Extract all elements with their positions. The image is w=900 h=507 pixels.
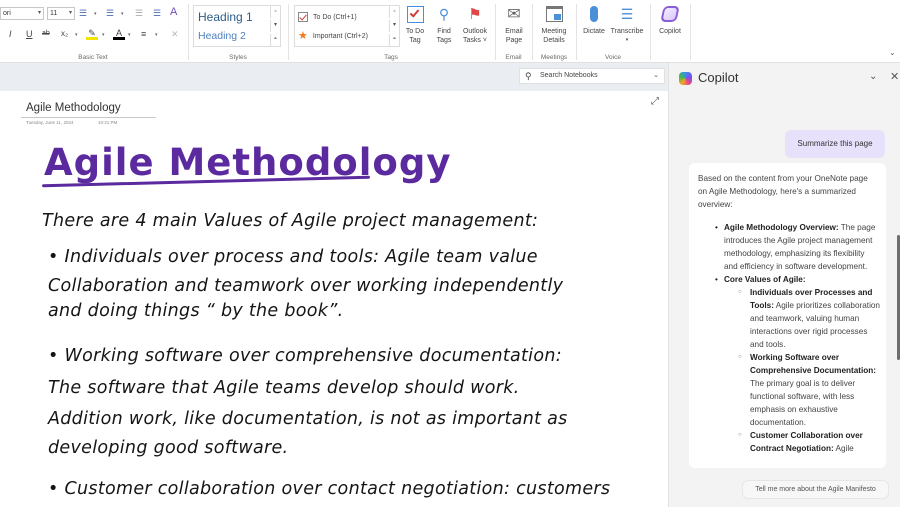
chevron-down-icon[interactable]: ▾ xyxy=(94,11,97,17)
sub-list-item: Working Software over Comprehensive Docu… xyxy=(698,351,880,429)
chevron-down-icon: ▾ xyxy=(37,10,41,16)
response-list: Agile Methodology Overview: The page int… xyxy=(698,221,880,455)
list-item: Core Values of Agile: xyxy=(698,273,880,286)
group-label: Tags xyxy=(384,54,398,61)
list-item-label: Core Values of Agile: xyxy=(724,275,806,284)
page-date: Tuesday, June 11, 2024 xyxy=(26,120,74,125)
group-label: Styles xyxy=(229,54,247,61)
email-group: Email xyxy=(495,0,532,63)
subscript-button[interactable]: x₂ xyxy=(61,28,68,40)
handwritten-heading[interactable]: Agile Methodology xyxy=(44,141,451,184)
increase-indent-icon[interactable]: ☰ xyxy=(153,7,161,19)
chevron-down-icon[interactable]: ▾ xyxy=(155,32,158,38)
collapse-ribbon-icon[interactable]: ⌄ xyxy=(889,48,896,57)
handwritten-line[interactable]: • Individuals over process and tools: Ag… xyxy=(48,247,538,267)
font-color-icon[interactable]: A xyxy=(113,27,125,40)
chevron-down-icon[interactable]: ▾ xyxy=(121,11,124,17)
sub-list-item-text: Agile xyxy=(833,444,854,453)
suggestion-chip[interactable]: Tell me more about the Agile Manifesto xyxy=(742,480,889,499)
ribbon: ori ▾ 11 ▾ ☰ ▾ ☰ ▾ ☰ ☰ A I U ab x₂ ▾ ✎ ▾ A… xyxy=(0,0,900,63)
bulleted-list-icon[interactable]: ☰ xyxy=(79,7,87,19)
chevron-down-icon[interactable]: ⌄ xyxy=(869,71,877,82)
group-label: Voice xyxy=(605,54,621,61)
search-icon: ⚲ xyxy=(525,71,532,81)
copilot-title: Copilot xyxy=(698,70,739,85)
strikethrough-button[interactable]: ab xyxy=(42,28,50,40)
voice-group: Voice xyxy=(576,0,650,63)
handwritten-line[interactable]: Collaboration and teamwork over working … xyxy=(48,276,563,296)
meetings-group: Meetings xyxy=(532,0,576,63)
highlight-icon[interactable]: ✎ xyxy=(86,27,98,40)
handwritten-line[interactable]: and doing things “ by the book”. xyxy=(48,301,343,321)
handwritten-line[interactable]: The software that Agile teams develop sh… xyxy=(48,378,520,398)
copilot-pane: Copilot ⌄ ✕ Summarize this page Based on… xyxy=(668,63,900,507)
underline-button[interactable]: U xyxy=(26,28,33,40)
divider xyxy=(650,4,651,60)
search-placeholder: Search Notebooks xyxy=(540,72,598,79)
handwritten-line[interactable]: developing good software. xyxy=(48,438,288,458)
group-label: Email xyxy=(505,54,522,61)
note-page[interactable]: Agile Methodology Tuesday, June 11, 2024… xyxy=(0,91,668,507)
copilot-icon xyxy=(660,6,680,22)
decrease-indent-icon[interactable]: ☰ xyxy=(135,7,143,19)
tags-group: Tags xyxy=(288,0,494,63)
chevron-down-icon[interactable]: ▾ xyxy=(128,32,131,38)
delete-icon[interactable]: ✕ xyxy=(171,28,179,40)
italic-button[interactable]: I xyxy=(9,28,12,40)
handwritten-line[interactable]: Addition work, like documentation, is no… xyxy=(48,409,568,429)
font-name-select[interactable]: ori ▾ xyxy=(0,7,44,20)
title-underline xyxy=(21,117,156,118)
align-icon[interactable]: ≡ xyxy=(141,28,146,40)
copilot-header: Copilot ⌄ ✕ xyxy=(669,63,900,93)
font-size-select[interactable]: 11 ▾ xyxy=(47,7,75,20)
copilot-ribbon-button[interactable]: Copilot xyxy=(654,3,686,36)
sub-list-item-label: Working Software over Comprehensive Docu… xyxy=(750,353,877,375)
list-item: Agile Methodology Overview: The page int… xyxy=(698,221,880,273)
list-item-label: Agile Methodology Overview: xyxy=(724,223,839,232)
styles-group: Styles xyxy=(188,0,288,63)
chevron-down-icon[interactable]: ▾ xyxy=(75,32,78,38)
handwritten-line[interactable]: • Working software over comprehensive do… xyxy=(48,346,562,366)
sub-list-item: Customer Collaboration over Contract Neg… xyxy=(698,429,880,455)
basic-text-group: ori ▾ 11 ▾ ☰ ▾ ☰ ▾ ☰ ☰ A I U ab x₂ ▾ ✎ ▾ A… xyxy=(0,0,186,63)
handwritten-line[interactable]: • Customer collaboration over contact ne… xyxy=(48,479,610,499)
search-notebooks-input[interactable]: ⚲ Search Notebooks ⌄ xyxy=(519,68,665,84)
group-label: Basic Text xyxy=(78,54,108,61)
copilot-logo-icon xyxy=(679,72,692,85)
page-time: 10:21 PM xyxy=(98,120,118,125)
expand-icon[interactable]: ⤢ xyxy=(651,96,659,107)
clear-formatting-icon[interactable]: A xyxy=(170,6,177,18)
chevron-down-icon: ▾ xyxy=(68,10,72,16)
close-icon[interactable]: ✕ xyxy=(890,70,899,83)
sub-list-item-text: The primary goal is to deliver functiona… xyxy=(750,379,856,427)
group-label: Meetings xyxy=(540,54,568,61)
chevron-down-icon[interactable]: ▾ xyxy=(102,32,105,38)
font-size-value: 11 xyxy=(50,10,58,17)
user-message: Summarize this page xyxy=(785,130,885,158)
response-intro: Based on the content from your OneNote p… xyxy=(698,174,868,209)
numbered-list-icon[interactable]: ☰ xyxy=(106,7,114,19)
divider xyxy=(690,4,691,60)
sub-list-item: Individuals over Processes and Tools: Ag… xyxy=(698,286,880,351)
font-name-value: ori xyxy=(3,10,11,17)
chevron-down-icon[interactable]: ⌄ xyxy=(653,69,659,83)
page-title[interactable]: Agile Methodology xyxy=(26,102,121,114)
copilot-ribbon-label: Copilot xyxy=(659,28,681,35)
copilot-response: Based on the content from your OneNote p… xyxy=(689,163,886,468)
handwritten-line[interactable]: There are 4 main Values of Agile project… xyxy=(42,211,538,231)
